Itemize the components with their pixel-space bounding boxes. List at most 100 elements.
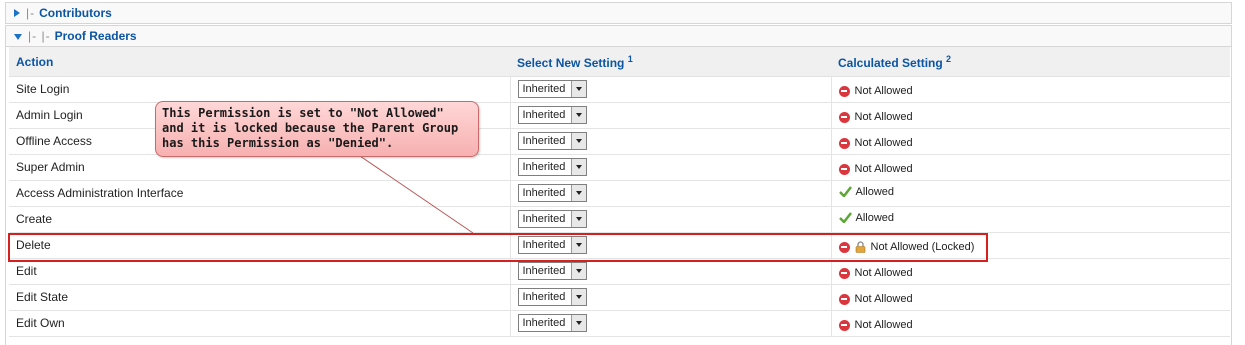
chevron-down-icon: [575, 269, 582, 273]
action-label: Admin Login: [16, 108, 83, 122]
calculated-cell: Not Allowed: [831, 284, 1230, 311]
status-text: Not Allowed: [854, 85, 913, 97]
status-indicator: Allowed: [838, 185, 895, 198]
dropdown-button[interactable]: [570, 289, 586, 305]
status-text: Not Allowed (Locked): [870, 241, 975, 253]
tree-marker: |-: [26, 6, 36, 20]
dropdown-button[interactable]: [570, 81, 586, 97]
chevron-down-icon: [575, 87, 582, 91]
minus-circle-icon: [838, 85, 850, 97]
callout-note: This Permission is set to "Not Allowed" …: [155, 101, 479, 157]
dropdown-button[interactable]: [570, 185, 586, 201]
group-proof-readers[interactable]: |- |- Proof Readers: [5, 25, 1232, 47]
status-indicator: Not Allowed: [838, 319, 913, 331]
setting-select[interactable]: Inherited: [517, 106, 587, 124]
footnote-marker: 2: [946, 54, 952, 65]
calculated-cell: Allowed: [831, 206, 1230, 233]
chevron-down-icon: [575, 139, 582, 143]
calculated-cell: Not Allowed: [831, 128, 1230, 155]
checkmark-icon: [838, 186, 852, 198]
minus-circle-icon: [838, 241, 850, 253]
calculated-cell: Not Allowed (Locked): [831, 232, 1230, 259]
status-indicator: Not Allowed: [838, 137, 913, 149]
action-label: Create: [16, 212, 53, 226]
table-row: Edit Inherited Not Allowed: [9, 258, 1230, 285]
select-value: Inherited: [522, 161, 566, 173]
chevron-down-icon: [575, 113, 582, 117]
setting-select[interactable]: Inherited: [517, 262, 587, 280]
select-value: Inherited: [522, 239, 566, 251]
minus-circle-icon: [838, 111, 850, 123]
select-cell: Inherited: [510, 76, 832, 103]
minus-circle-icon: [838, 163, 850, 175]
setting-select[interactable]: Inherited: [517, 158, 587, 176]
status-indicator: Not Allowed: [838, 85, 913, 97]
setting-select[interactable]: Inherited: [517, 288, 587, 306]
table-row: Site Login Inherited Not Allowed: [9, 76, 1230, 103]
minus-circle-icon: [838, 293, 850, 305]
action-cell: Edit State: [9, 284, 511, 311]
dropdown-button[interactable]: [570, 211, 586, 227]
select-cell: Inherited: [510, 310, 832, 337]
table-row: Edit State Inherited Not Allowed: [9, 284, 1230, 311]
status-text: Not Allowed: [854, 137, 913, 149]
action-label: Offline Access: [16, 134, 92, 148]
table-row: Create Inherited Allowed: [9, 206, 1230, 233]
header-calculated-label: Calculated Setting: [838, 56, 943, 71]
chevron-down-icon: [575, 243, 582, 247]
group-contributors[interactable]: |- Contributors: [5, 2, 1232, 24]
dropdown-button[interactable]: [570, 237, 586, 253]
status-text: Allowed: [855, 185, 895, 198]
select-cell: Inherited: [510, 180, 832, 207]
status-indicator: Not Allowed: [838, 267, 913, 279]
setting-select[interactable]: Inherited: [517, 236, 587, 254]
padlock-icon: [855, 241, 865, 253]
setting-select[interactable]: Inherited: [517, 210, 587, 228]
setting-select[interactable]: Inherited: [517, 314, 587, 332]
select-value: Inherited: [522, 135, 566, 147]
action-cell: Super Admin: [9, 154, 511, 181]
header-calculated: Calculated Setting 2: [831, 47, 1230, 77]
calculated-cell: Not Allowed: [831, 102, 1230, 129]
dropdown-button[interactable]: [570, 133, 586, 149]
setting-select[interactable]: Inherited: [517, 184, 587, 202]
select-cell: Inherited: [510, 154, 832, 181]
dropdown-button[interactable]: [570, 159, 586, 175]
permissions-table: Action Select New Setting 1 Calculated S…: [9, 47, 1230, 337]
header-select-new-label: Select New Setting: [517, 56, 625, 71]
action-label: Site Login: [16, 82, 70, 96]
dropdown-button[interactable]: [570, 107, 586, 123]
permissions-panel: Action Select New Setting 1 Calculated S…: [5, 47, 1232, 345]
status-indicator: Not Allowed: [838, 293, 913, 305]
select-value: Inherited: [522, 317, 566, 329]
action-label: Edit State: [16, 290, 69, 304]
status-indicator: Not Allowed (Locked): [838, 241, 975, 253]
footnote-marker: 1: [627, 54, 633, 65]
status-text: Not Allowed: [854, 267, 913, 279]
minus-circle-icon: [838, 319, 850, 331]
action-cell: Edit: [9, 258, 511, 285]
header-action: Action: [9, 47, 510, 77]
table-row: Edit Own Inherited Not Allowed: [9, 310, 1230, 337]
chevron-down-icon: [575, 321, 582, 325]
header-select-new: Select New Setting 1: [510, 47, 831, 77]
dropdown-button[interactable]: [570, 263, 586, 279]
tree-marker-nested: |- |-: [28, 29, 51, 43]
setting-select[interactable]: Inherited: [517, 132, 587, 150]
action-label: Edit: [16, 264, 37, 278]
checkmark-icon: [838, 212, 852, 224]
select-cell: Inherited: [510, 102, 832, 129]
status-indicator: Not Allowed: [838, 111, 913, 123]
select-value: Inherited: [522, 109, 566, 121]
group-label-contributors[interactable]: Contributors: [39, 6, 112, 20]
calculated-cell: Not Allowed: [831, 310, 1230, 337]
status-text: Allowed: [855, 211, 895, 224]
dropdown-button[interactable]: [570, 315, 586, 331]
triangle-right-icon[interactable]: [14, 9, 20, 17]
triangle-down-icon[interactable]: [14, 34, 22, 40]
group-label-proof-readers[interactable]: Proof Readers: [55, 29, 137, 43]
select-value: Inherited: [522, 291, 566, 303]
calculated-cell: Not Allowed: [831, 258, 1230, 285]
select-value: Inherited: [522, 83, 566, 95]
setting-select[interactable]: Inherited: [517, 80, 587, 98]
